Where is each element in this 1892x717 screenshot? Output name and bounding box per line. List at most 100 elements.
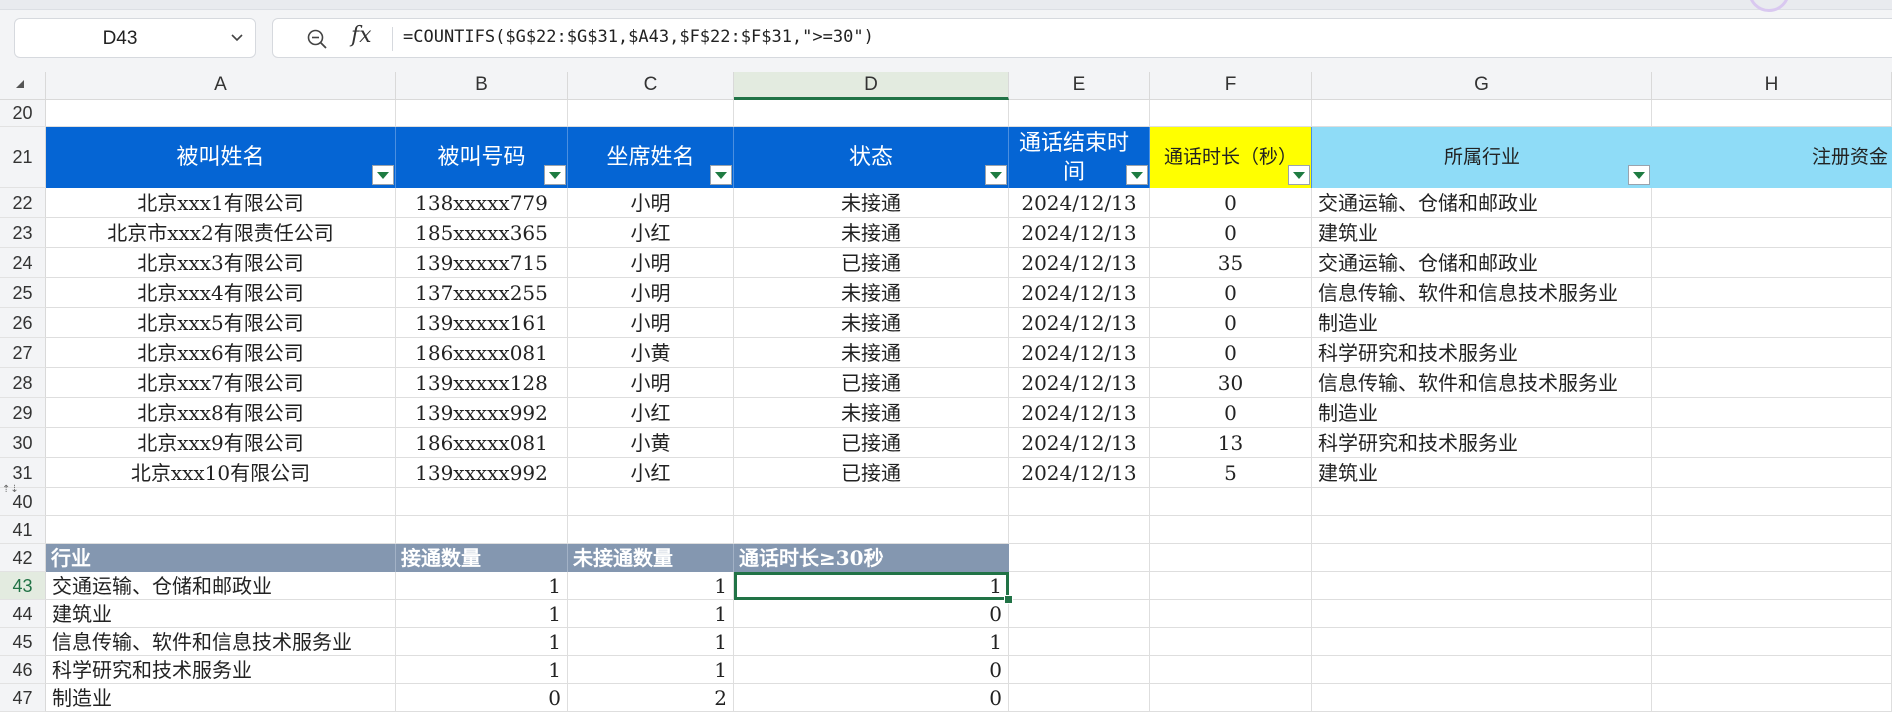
summary-cell-empty[interactable] [1009, 600, 1150, 628]
row-header-44[interactable]: 44 [0, 600, 46, 628]
row-header-27[interactable]: 27 [0, 338, 46, 368]
column-header-d[interactable]: D [734, 72, 1009, 100]
table-cell-registered-capital[interactable] [1652, 308, 1892, 338]
table-cell-duration[interactable]: 13 [1150, 428, 1312, 458]
summary-cell-empty[interactable] [1652, 572, 1892, 600]
table-cell-date[interactable]: 2024/12/13 [1009, 308, 1150, 338]
selection-fill-handle[interactable] [1004, 595, 1013, 604]
summary-cell-empty[interactable] [1150, 628, 1312, 656]
formula-bar[interactable]: fx =COUNTIFS($G$22:$G$31,$A43,$F$22:$F$3… [272, 18, 1892, 58]
table-cell-status[interactable]: 已接通 [734, 368, 1009, 398]
table-cell-registered-capital[interactable] [1652, 278, 1892, 308]
cell-b40[interactable] [396, 488, 568, 516]
table-cell-name[interactable]: 北京xxx5有限公司 [46, 308, 396, 338]
table-cell-number[interactable]: 139xxxxx992 [396, 398, 568, 428]
cell-f41[interactable] [1150, 516, 1312, 544]
summary-cell-empty[interactable] [1312, 600, 1652, 628]
table-cell-date[interactable]: 2024/12/13 [1009, 338, 1150, 368]
table-cell-industry[interactable]: 信息传输、软件和信息技术服务业 [1312, 368, 1652, 398]
summary-cell-connected[interactable]: 1 [396, 656, 568, 684]
summary-cell-connected[interactable]: 1 [396, 572, 568, 600]
table-cell-number[interactable]: 186xxxxx081 [396, 338, 568, 368]
row-header-22[interactable]: 22 [0, 188, 46, 218]
table-cell-agent[interactable]: 小红 [568, 458, 734, 488]
cell-g40[interactable] [1312, 488, 1652, 516]
table-cell-number[interactable]: 137xxxxx255 [396, 278, 568, 308]
summary-cell-industry[interactable]: 科学研究和技术服务业 [46, 656, 396, 684]
cell-g20[interactable] [1312, 100, 1652, 127]
summary-cell-empty[interactable] [1150, 600, 1312, 628]
filter-dropdown-icon[interactable] [1126, 165, 1148, 185]
table-cell-date[interactable]: 2024/12/13 [1009, 248, 1150, 278]
cell-e41[interactable] [1009, 516, 1150, 544]
chevron-down-icon[interactable] [229, 29, 245, 45]
cell-f42[interactable] [1150, 544, 1312, 572]
summary-cell-connected[interactable]: 0 [396, 684, 568, 712]
table-cell-name[interactable]: 北京xxx7有限公司 [46, 368, 396, 398]
table-cell-registered-capital[interactable] [1652, 368, 1892, 398]
summary-header-industry[interactable]: 行业 [46, 544, 396, 572]
cell-h41[interactable] [1652, 516, 1892, 544]
header-callee-number[interactable]: 被叫号码 [396, 127, 568, 188]
summary-cell-empty[interactable] [1312, 656, 1652, 684]
cell-a40[interactable] [46, 488, 396, 516]
zoom-icon[interactable] [305, 27, 329, 51]
table-cell-date[interactable]: 2024/12/13 [1009, 458, 1150, 488]
cell-b20[interactable] [396, 100, 568, 127]
table-cell-industry[interactable]: 科学研究和技术服务业 [1312, 428, 1652, 458]
filter-dropdown-icon[interactable] [710, 165, 732, 185]
cell-g41[interactable] [1312, 516, 1652, 544]
row-header-26[interactable]: 26 [0, 308, 46, 338]
summary-cell-empty[interactable] [1009, 656, 1150, 684]
table-cell-industry[interactable]: 交通运输、仓储和邮政业 [1312, 188, 1652, 218]
fx-icon[interactable]: fx [351, 23, 372, 48]
cell-c41[interactable] [568, 516, 734, 544]
summary-cell-connected[interactable]: 1 [396, 600, 568, 628]
summary-header-connected[interactable]: 接通数量 [396, 544, 568, 572]
table-cell-agent[interactable]: 小黄 [568, 338, 734, 368]
row-header-20[interactable]: 20 [0, 100, 46, 127]
cell-d41[interactable] [734, 516, 1009, 544]
summary-cell-ge30[interactable]: 0 [734, 600, 1009, 628]
table-cell-registered-capital[interactable] [1652, 248, 1892, 278]
summary-cell-not_connected[interactable]: 2 [568, 684, 734, 712]
summary-cell-empty[interactable] [1009, 572, 1150, 600]
summary-cell-ge30[interactable]: 0 [734, 656, 1009, 684]
row-header-41[interactable]: 41 [0, 516, 46, 544]
table-cell-status[interactable]: 已接通 [734, 428, 1009, 458]
table-cell-name[interactable]: 北京xxx10有限公司 [46, 458, 396, 488]
table-cell-industry[interactable]: 制造业 [1312, 308, 1652, 338]
header-industry[interactable]: 所属行业 [1312, 127, 1652, 188]
table-cell-duration[interactable]: 0 [1150, 218, 1312, 248]
summary-cell-ge30[interactable]: 1 [734, 628, 1009, 656]
table-cell-registered-capital[interactable] [1652, 338, 1892, 368]
summary-cell-empty[interactable] [1009, 628, 1150, 656]
cell-f40[interactable] [1150, 488, 1312, 516]
table-cell-name[interactable]: 北京xxx1有限公司 [46, 188, 396, 218]
header-agent-name[interactable]: 坐席姓名 [568, 127, 734, 188]
cell-f20[interactable] [1150, 100, 1312, 127]
cell-d20[interactable] [734, 100, 1009, 127]
header-registered-capital[interactable]: 注册资金 [1652, 127, 1892, 188]
summary-cell-industry[interactable]: 制造业 [46, 684, 396, 712]
summary-header-not-connected[interactable]: 未接通数量 [568, 544, 734, 572]
summary-cell-ge30[interactable]: 0 [734, 684, 1009, 712]
filter-dropdown-icon[interactable] [1628, 165, 1650, 185]
table-cell-status[interactable]: 未接通 [734, 398, 1009, 428]
cell-h42[interactable] [1652, 544, 1892, 572]
column-header-c[interactable]: C [568, 72, 734, 100]
table-cell-status[interactable]: 未接通 [734, 218, 1009, 248]
cell-h20[interactable] [1652, 100, 1892, 127]
cell-d40[interactable] [734, 488, 1009, 516]
table-cell-number[interactable]: 138xxxxx779 [396, 188, 568, 218]
filter-dropdown-icon[interactable] [985, 165, 1007, 185]
summary-cell-industry[interactable]: 信息传输、软件和信息技术服务业 [46, 628, 396, 656]
column-header-a[interactable]: A [46, 72, 396, 100]
table-cell-date[interactable]: 2024/12/13 [1009, 188, 1150, 218]
table-cell-industry[interactable]: 建筑业 [1312, 218, 1652, 248]
table-cell-industry[interactable]: 科学研究和技术服务业 [1312, 338, 1652, 368]
summary-cell-industry[interactable]: 交通运输、仓储和邮政业 [46, 572, 396, 600]
group-collapse-icon[interactable]: ⇡⇣ [2, 484, 19, 495]
table-cell-agent[interactable]: 小明 [568, 308, 734, 338]
summary-cell-empty[interactable] [1652, 656, 1892, 684]
